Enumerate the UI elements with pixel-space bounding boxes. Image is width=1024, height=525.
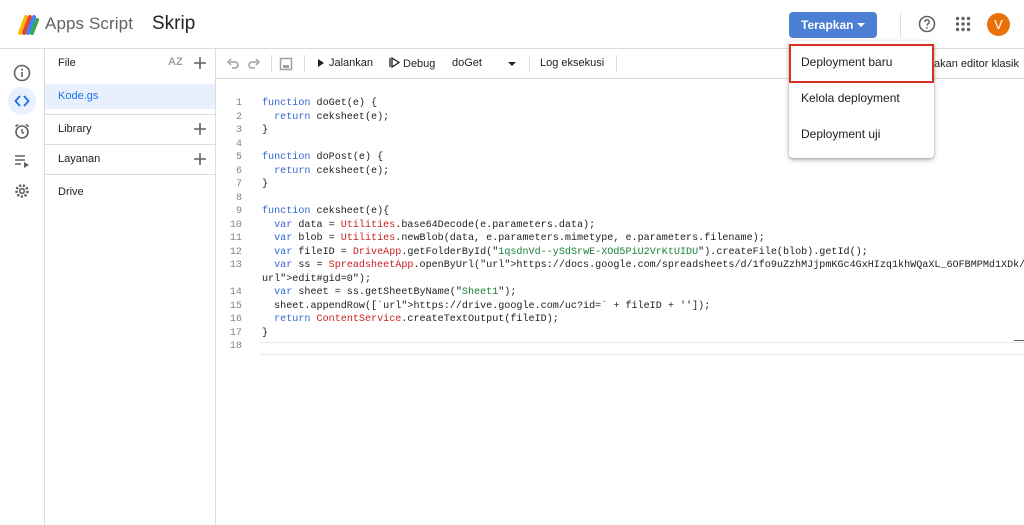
code-line: return ceksheet(e); (274, 111, 390, 123)
menu-item-label: Deployment uji (801, 127, 881, 141)
files-title: File (58, 57, 76, 69)
current-line-highlight (260, 342, 1024, 355)
divider (45, 174, 215, 175)
line-number: 8 (235, 192, 242, 204)
menu-item-manage-deployments[interactable]: Kelola deployment (789, 80, 934, 116)
code-line: var fileID = DriveApp.getFolderById("1qs… (274, 246, 868, 258)
sort-az-icon[interactable]: AZ (168, 56, 183, 68)
line-number: 2 (235, 111, 242, 123)
line-number: 9 (235, 206, 242, 217)
code-line: } (262, 179, 269, 190)
info-icon (13, 64, 31, 82)
play-icon (318, 59, 324, 67)
code-line: function doGet(e) { (262, 98, 378, 109)
code-line: var data = Utilities.base64Decode(e.para… (274, 219, 596, 231)
library-title: Library (58, 123, 92, 135)
deploy-button[interactable]: Terapkan (789, 12, 877, 38)
save-icon[interactable] (279, 57, 293, 71)
help-icon[interactable] (918, 15, 936, 33)
line-number: 10 (229, 219, 242, 231)
apps-script-logo-icon (18, 15, 39, 35)
left-nav-rail (0, 49, 45, 525)
function-select[interactable]: doGet (452, 57, 482, 69)
file-item-kode-gs[interactable]: Kode.gs (45, 84, 215, 109)
debug-icon (389, 56, 401, 69)
debug-label: Debug (403, 58, 436, 70)
divider (616, 55, 617, 72)
run-label: Jalankan (329, 57, 374, 69)
line-number: 17 (229, 327, 242, 339)
add-file-icon[interactable] (193, 56, 207, 70)
line-number: 1 (235, 98, 242, 109)
code-line: return ceksheet(e); (274, 165, 390, 177)
code-line: sheet.appendRow([`url">https://drive.goo… (262, 300, 711, 312)
deploy-button-label: Terapkan (801, 18, 854, 32)
line-number: 18 (229, 341, 242, 352)
line-number: 4 (235, 138, 242, 150)
code-line: } (262, 125, 269, 136)
legacy-editor-link[interactable]: akan editor klasik (934, 58, 1019, 70)
service-item-drive[interactable]: Drive (58, 186, 84, 198)
run-button[interactable]: Jalankan (318, 57, 373, 69)
divider (271, 55, 272, 72)
chevron-down-icon (857, 23, 865, 27)
line-number: 7 (235, 179, 242, 190)
code-icon (14, 95, 30, 107)
code-line: } (262, 327, 269, 339)
gear-icon (15, 184, 29, 198)
project-title[interactable]: Skrip (152, 13, 195, 35)
execution-log-button[interactable]: Log eksekusi (540, 57, 604, 69)
code-line: var sheet = ss.getSheetByName("Sheet1"); (274, 287, 517, 298)
avatar[interactable]: V (987, 13, 1010, 36)
nav-executions[interactable] (10, 149, 34, 173)
apps-grid-icon[interactable] (955, 16, 971, 32)
nav-triggers[interactable] (10, 119, 34, 143)
code-line: var blob = Utilities.newBlob(data, e.par… (274, 233, 765, 244)
line-number: 15 (229, 300, 242, 312)
nav-overview[interactable] (10, 61, 34, 85)
code-line: var ss = SpreadsheetApp.openByUrl("url">… (274, 260, 1024, 271)
line-number: 14 (229, 287, 242, 298)
menu-item-test-deployments[interactable]: Deployment uji (789, 116, 934, 152)
scroll-marker (1014, 340, 1024, 341)
deploy-menu: Deployment baru Kelola deployment Deploy… (789, 41, 934, 158)
line-number: 12 (229, 246, 242, 258)
divider (304, 55, 305, 72)
file-name: Kode.gs (58, 90, 99, 102)
alarm-clock-icon (15, 123, 29, 139)
line-number: 6 (235, 165, 242, 177)
redo-icon[interactable] (247, 57, 261, 71)
code-line: function doPost(e) { (262, 152, 384, 163)
code-line: url">edit#gid=0"); (262, 273, 372, 285)
services-section: Layanan (45, 145, 215, 173)
playlist-icon (15, 155, 29, 168)
app-name: Apps Script (45, 14, 134, 33)
divider (529, 55, 530, 72)
line-number: 11 (229, 233, 242, 244)
code-line: return ContentService.createTextOutput(f… (274, 314, 559, 325)
function-select-value: doGet (452, 57, 482, 69)
line-number: 13 (229, 260, 242, 271)
add-library-icon[interactable] (193, 122, 207, 136)
menu-item-label: Kelola deployment (801, 91, 900, 105)
divider (900, 13, 901, 37)
library-section: Library (45, 115, 215, 143)
nav-settings[interactable] (10, 179, 34, 203)
line-number: 5 (235, 152, 242, 163)
code-line: function ceksheet(e){ (262, 206, 390, 217)
menu-item-label: Deployment baru (801, 55, 893, 69)
nav-editor[interactable] (8, 87, 36, 115)
services-title: Layanan (58, 153, 101, 165)
line-number: 16 (229, 314, 242, 325)
debug-button[interactable]: Debug (389, 56, 436, 70)
chevron-down-icon[interactable] (508, 62, 516, 66)
files-panel: File AZ Kode.gs Library Layanan Drive (45, 49, 216, 525)
add-service-icon[interactable] (193, 152, 207, 166)
menu-item-new-deployment[interactable]: Deployment baru (789, 44, 934, 83)
line-number: 3 (235, 125, 242, 136)
undo-icon[interactable] (226, 57, 240, 71)
files-header: File AZ (45, 49, 215, 77)
